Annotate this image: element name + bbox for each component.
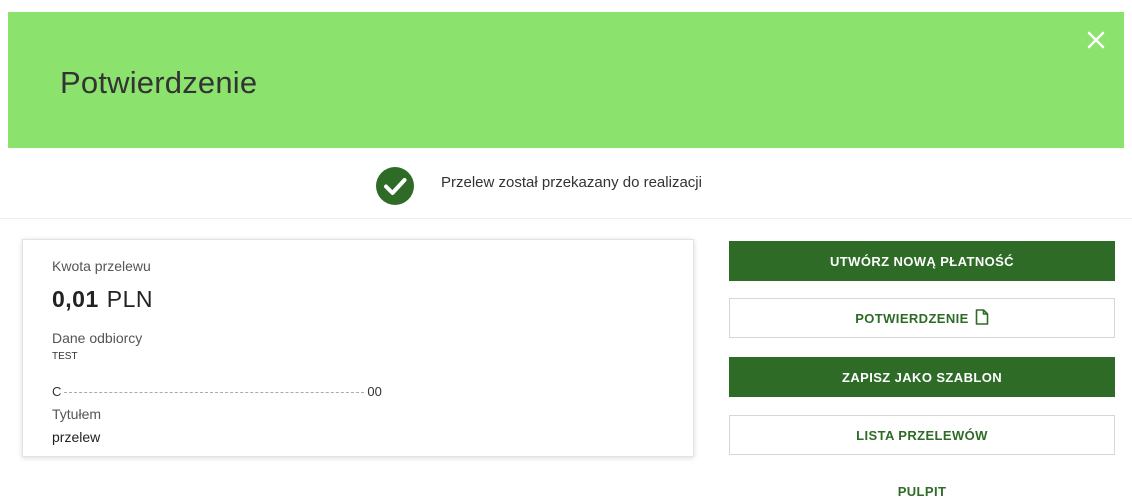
transfer-list-label: LISTA PRZELEWÓW — [856, 427, 988, 443]
recipient-label: Dane odbiorcy — [52, 330, 143, 346]
status-message: Przelew został przekazany do realizacji — [441, 174, 702, 191]
account-mask — [64, 392, 365, 394]
recipient-name: TEST — [52, 351, 78, 362]
status-row: Przelew został przekazany do realizacji — [0, 164, 1132, 208]
confirmation-button[interactable]: POTWIERDZENIE — [729, 298, 1115, 338]
close-icon[interactable] — [1086, 30, 1106, 50]
amount-currency: PLN — [106, 286, 154, 312]
amount-value: 0,01 PLN — [52, 286, 153, 313]
account-start: C — [52, 384, 62, 399]
page-title: Potwierdzenie — [60, 65, 258, 100]
save-template-label: ZAPISZ JAKO SZABLON — [842, 369, 1002, 385]
title-value: przelew — [52, 429, 101, 445]
save-template-button[interactable]: ZAPISZ JAKO SZABLON — [729, 357, 1115, 397]
dashboard-link[interactable]: PULPIT — [729, 484, 1115, 499]
title-label: Tytułem — [52, 406, 102, 422]
account-end: 00 — [367, 384, 382, 399]
transfer-list-button[interactable]: LISTA PRZELEWÓW — [729, 415, 1115, 455]
header-banner: Potwierdzenie — [8, 12, 1124, 148]
transfer-summary-card: Kwota przelewu 0,01 PLN Dane odbiorcy TES… — [22, 239, 694, 457]
amount-label: Kwota przelewu — [52, 258, 151, 274]
confirmation-label: POTWIERDZENIE — [855, 310, 969, 326]
document-icon — [975, 308, 989, 328]
account-number: C 00 — [52, 384, 382, 399]
new-payment-label: UTWÓRZ NOWĄ PŁATNOŚĆ — [830, 253, 1014, 269]
check-circle-icon — [375, 166, 415, 206]
amount-number: 0,01 — [52, 286, 99, 312]
new-payment-button[interactable]: UTWÓRZ NOWĄ PŁATNOŚĆ — [729, 241, 1115, 281]
divider — [0, 218, 1132, 219]
